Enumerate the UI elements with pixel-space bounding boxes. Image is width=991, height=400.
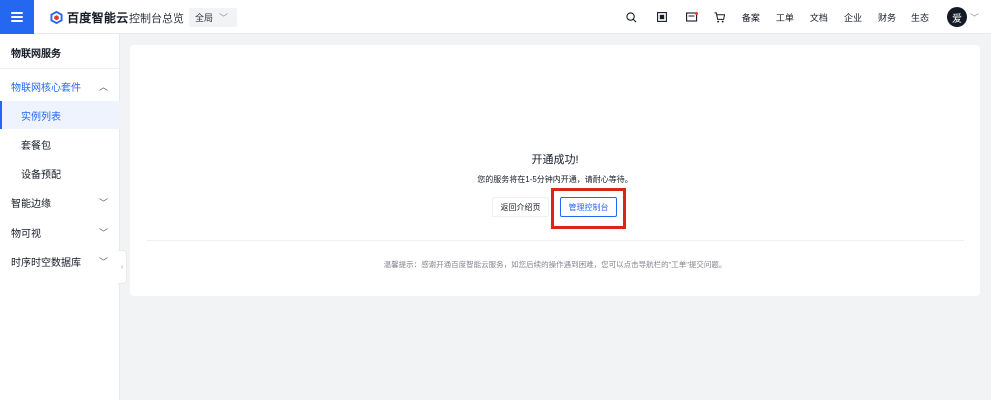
scope-select[interactable]: 全局 ﹀ <box>189 8 237 27</box>
ticket-link[interactable]: 工单 <box>776 11 794 24</box>
sidebar-title: 物联网服务 <box>11 49 61 60</box>
console-overview-link[interactable]: 控制台总览 <box>129 10 184 26</box>
logo-text: 百度智能云 <box>67 11 129 25</box>
chevron-down-icon[interactable]: ﹀ <box>970 11 979 24</box>
sidebar-item-tsdb[interactable]: 时序时空数据库 ﹀ <box>0 247 120 275</box>
sidebar-item-label: 时序时空数据库 <box>11 257 81 269</box>
scope-select-value: 全局 <box>195 13 214 23</box>
highlight-annotation <box>551 188 626 229</box>
finance-link[interactable]: 财务 <box>878 11 896 24</box>
sidebar-collapse-handle[interactable]: ‹ <box>118 250 127 284</box>
sidebar-item-iot-core-suite[interactable]: 物联网核心套件 ︿ <box>0 72 120 100</box>
search-icon[interactable] <box>626 11 638 23</box>
docs-link[interactable]: 文档 <box>810 11 828 24</box>
sidebar: 物联网服务 物联网核心套件 ︿ 实例列表 套餐包 设备预配 智能边缘 ﹀ 物可视… <box>0 34 120 400</box>
card-divider <box>147 240 964 241</box>
help-tip: 温馨提示：感谢开通百度智能云服务，如您后续的操作遇到困难，您可以点击导航栏的"工… <box>383 260 727 269</box>
back-to-intro-button[interactable]: 返回介绍页 <box>492 197 549 217</box>
sidebar-item-visualization[interactable]: 物可视 ﹀ <box>0 218 120 246</box>
chevron-up-icon: ︿ <box>98 81 108 92</box>
sidebar-item-label: 实例列表 <box>21 111 61 123</box>
message-icon[interactable] <box>685 11 698 23</box>
top-header: 百度智能云 控制台总览 全局 ﹀ 备案 工单 文档 企业 财务 生态 爱 ﹀ <box>0 0 991 34</box>
success-description: 您的服务将在1-5分钟内开通，请耐心等待。 <box>477 175 633 184</box>
success-card: 开通成功! 您的服务将在1-5分钟内开通，请耐心等待。 返回介绍页 管理控制台 … <box>130 45 980 296</box>
success-title: 开通成功! <box>531 154 579 166</box>
sidebar-item-label: 智能边缘 <box>11 198 51 210</box>
sidebar-item-packages[interactable]: 套餐包 <box>0 130 120 158</box>
logo[interactable]: 百度智能云 <box>50 9 129 26</box>
chevron-down-icon: ﹀ <box>219 13 229 23</box>
sidebar-item-device-provisioning[interactable]: 设备预配 <box>0 159 120 187</box>
sidebar-item-instance-list[interactable]: 实例列表 <box>0 101 120 129</box>
chevron-down-icon: ﹀ <box>98 197 108 208</box>
sidebar-item-label: 套餐包 <box>21 140 51 152</box>
avatar[interactable]: 爱 <box>946 7 967 27</box>
sidebar-item-label: 设备预配 <box>21 169 61 181</box>
sidebar-divider <box>0 68 120 69</box>
enterprise-link[interactable]: 企业 <box>844 11 862 24</box>
chevron-down-icon: ﹀ <box>98 256 108 267</box>
chevron-left-icon: ‹ <box>120 263 124 271</box>
header-nav: 备案 工单 文档 企业 财务 生态 爱 ﹀ <box>626 0 991 34</box>
sidebar-item-label: 物联网核心套件 <box>11 82 81 94</box>
cart-icon[interactable] <box>714 11 726 23</box>
sidebar-item-smart-edge[interactable]: 智能边缘 ﹀ <box>0 188 120 216</box>
menu-icon <box>11 12 23 22</box>
filing-link[interactable]: 备案 <box>742 11 760 24</box>
ecosystem-link[interactable]: 生态 <box>911 11 929 24</box>
sidebar-item-label: 物可视 <box>11 228 41 240</box>
apps-icon[interactable] <box>656 11 668 23</box>
menu-button[interactable] <box>0 0 34 34</box>
baidu-cloud-logo-icon <box>50 11 63 24</box>
chevron-down-icon: ﹀ <box>98 227 108 238</box>
